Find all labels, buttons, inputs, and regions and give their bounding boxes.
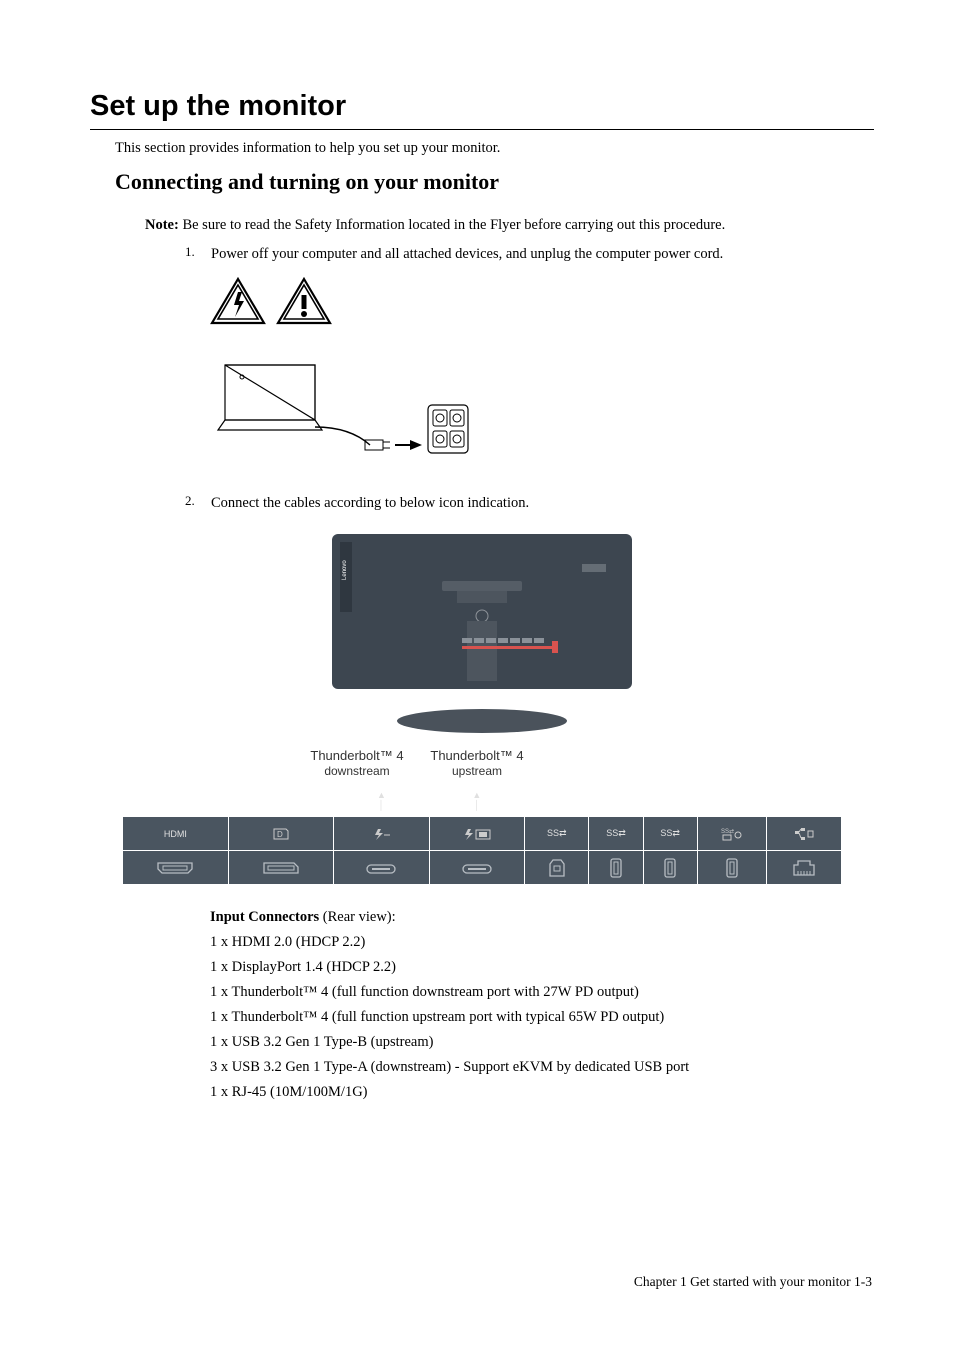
svg-text:Lenovo: Lenovo <box>342 560 348 580</box>
title-rule <box>90 129 874 130</box>
warning-icons <box>210 277 874 325</box>
svg-text:D: D <box>277 830 283 839</box>
usbc-port-icon <box>334 851 429 885</box>
connectors-title: Input Connectors <box>210 909 319 925</box>
displayport-port-icon <box>228 851 334 885</box>
hdmi-port-icon <box>123 851 229 885</box>
step-1: 1. Power off your computer and all attac… <box>185 246 874 263</box>
connector-item: 1 x HDMI 2.0 (HDCP 2.2) <box>210 934 874 951</box>
port-label-row: HDMI D SS⇄ SS⇄ SS⇄ SS⇄ <box>123 817 842 851</box>
usb-a-ekvm-label-cell: SS⇄ <box>697 817 767 851</box>
tb-down-label-cell <box>334 817 429 851</box>
section-heading: Connecting and turning on your monitor <box>115 169 874 195</box>
tb-downstream-label: Thunderbolt™ 4 downstream <box>292 748 422 778</box>
note-paragraph: Note: Be sure to read the Safety Informa… <box>145 217 874 234</box>
usb-a-label-cell: SS⇄ <box>643 817 697 851</box>
connectors-heading: Input Connectors (Rear view): <box>210 909 874 926</box>
rj45-label-cell <box>767 817 842 851</box>
tb-up-line2: upstream <box>452 764 502 778</box>
usb-a-label-cell: SS⇄ <box>589 817 643 851</box>
intro-text: This section provides information to hel… <box>115 140 874 157</box>
connector-item: 1 x Thunderbolt™ 4 (full function downst… <box>210 984 874 1001</box>
step-2-number: 2. <box>185 493 199 509</box>
arrow-down-icon: ▲│ <box>429 783 524 817</box>
arrow-down-icon: ▲│ <box>334 783 429 817</box>
connectors-suffix: (Rear view): <box>319 909 396 925</box>
step-2-text: Connect the cables according to below ic… <box>211 495 529 512</box>
note-label: Note: <box>145 217 179 233</box>
step-1-text: Power off your computer and all attached… <box>211 246 723 263</box>
connector-item: 1 x DisplayPort 1.4 (HDCP 2.2) <box>210 959 874 976</box>
tb-down-line1: Thunderbolt™ 4 <box>310 748 403 763</box>
usb-a-port-icon <box>589 851 643 885</box>
electric-shock-warning-icon <box>210 277 266 325</box>
usb-b-label-cell: SS⇄ <box>525 817 589 851</box>
svg-text:SS⇄: SS⇄ <box>721 828 734 835</box>
usb-a-port-icon <box>643 851 697 885</box>
usb-a-port-icon <box>697 851 767 885</box>
step-1-number: 1. <box>185 244 199 260</box>
usbc-port-icon <box>429 851 524 885</box>
connector-item: 1 x USB 3.2 Gen 1 Type-B (upstream) <box>210 1034 874 1051</box>
note-text: Be sure to read the Safety Information l… <box>179 217 725 233</box>
power-off-diagram <box>210 355 470 475</box>
tb-up-line1: Thunderbolt™ 4 <box>430 748 523 763</box>
tb-upstream-label: Thunderbolt™ 4 upstream <box>412 748 542 778</box>
step-2: 2. Connect the cables according to below… <box>185 495 874 512</box>
page-footer: Chapter 1 Get started with your monitor … <box>634 1274 872 1290</box>
general-warning-icon <box>276 277 332 325</box>
input-connectors: Input Connectors (Rear view): 1 x HDMI 2… <box>210 909 874 1101</box>
page-title: Set up the monitor <box>90 90 874 123</box>
tb-up-label-cell <box>429 817 524 851</box>
displayport-label-cell: D <box>228 817 334 851</box>
rj45-port-icon <box>767 851 842 885</box>
connector-item: 3 x USB 3.2 Gen 1 Type-A (downstream) - … <box>210 1059 874 1076</box>
port-icon-row <box>123 851 842 885</box>
port-table: ▲│ ▲│ HDMI D SS⇄ SS⇄ SS⇄ SS⇄ <box>122 782 842 885</box>
hdmi-label-cell: HDMI <box>123 817 229 851</box>
monitor-rear-figure: Lenovo <box>312 526 652 736</box>
arrow-row: ▲│ ▲│ <box>123 783 842 817</box>
thunderbolt-labels: Thunderbolt™ 4 downstream Thunderbolt™ 4… <box>90 748 874 778</box>
connector-item: 1 x Thunderbolt™ 4 (full function upstre… <box>210 1009 874 1026</box>
usb-b-port-icon <box>525 851 589 885</box>
tb-down-line2: downstream <box>324 764 389 778</box>
connector-item: 1 x RJ-45 (10M/100M/1G) <box>210 1084 874 1101</box>
